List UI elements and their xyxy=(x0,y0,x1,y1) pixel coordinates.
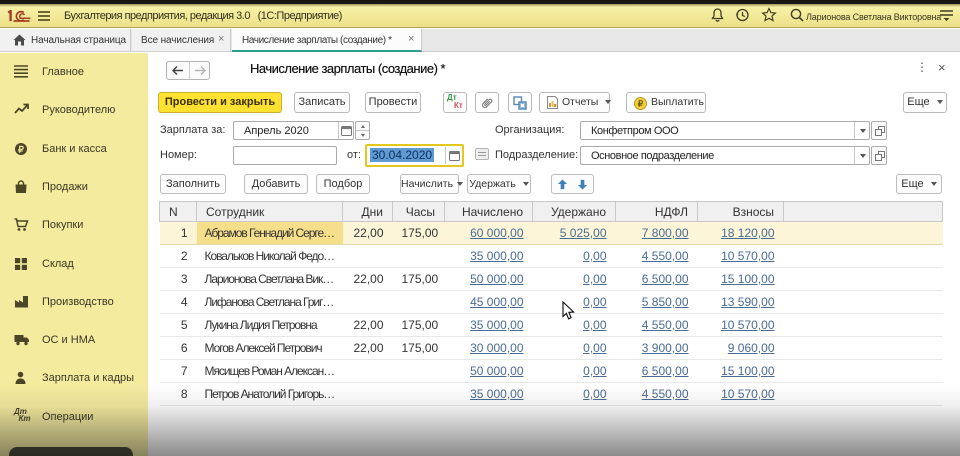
svg-text:₽: ₽ xyxy=(18,145,24,155)
svg-text:₽: ₽ xyxy=(638,99,644,109)
